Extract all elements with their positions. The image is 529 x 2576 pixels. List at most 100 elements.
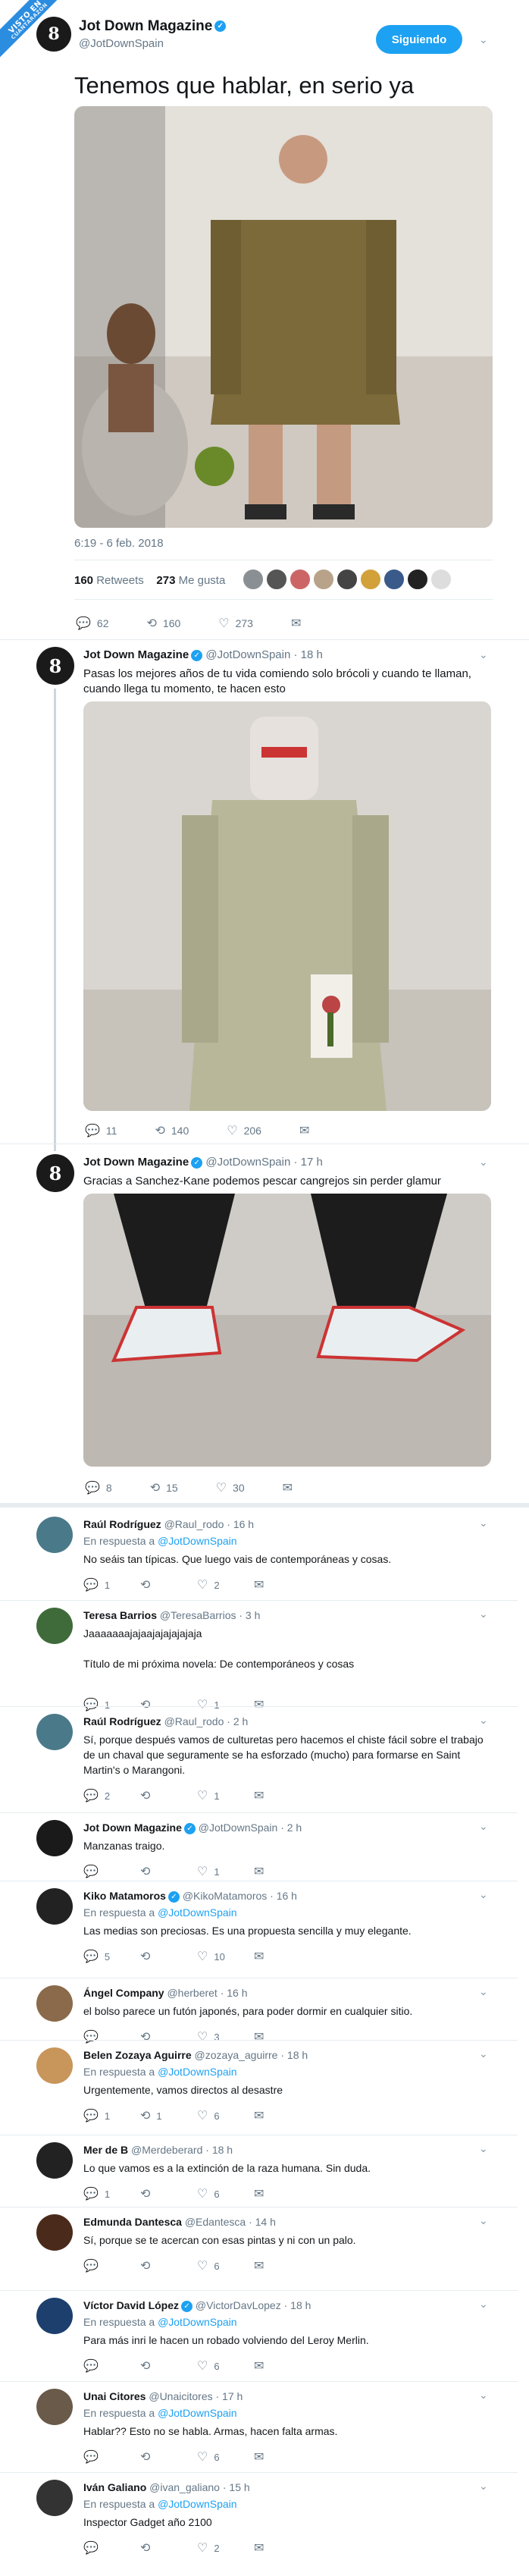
author-handle[interactable]: @ivan_galiano [149,2481,220,2493]
author-name[interactable]: Raúl Rodríguez [83,1715,161,1727]
avatar[interactable]: 8 [36,647,74,685]
retweets-stat[interactable]: 160 Retweets [74,574,144,587]
thread-tweet[interactable]: 8 Jot Down Magazine ✓ @JotDownSpain · 17 … [0,1154,529,1495]
author-name[interactable]: Iván Galiano [83,2481,146,2493]
author-name[interactable]: Jot Down Magazine [83,1821,182,1834]
dm-button[interactable]: ✉ [254,2358,311,2374]
avatar[interactable] [36,1985,73,2022]
retweet-button[interactable]: ⟲ [140,1577,197,1592]
reply-tweet[interactable]: Raúl Rodríguez @Raul_rodo · 2 h ⌄ Sí, porq… [0,1706,518,1820]
reply-button[interactable]: 💬 62 [76,616,109,631]
reply-button[interactable]: 💬 [83,1864,140,1879]
dm-button[interactable]: ✉ [291,616,307,631]
dm-button[interactable]: ✉ [254,1949,311,1964]
following-button[interactable]: Siguiendo [376,25,462,54]
dm-button[interactable]: ✉ [254,1577,311,1592]
tweet-time[interactable]: · 18 h [205,2144,233,2156]
like-button[interactable]: ♡ 30 [216,1480,245,1495]
retweet-button[interactable]: ⟲ [140,2540,197,2556]
reply-button[interactable]: 💬 2 [83,1788,140,1803]
retweet-button[interactable]: ⟲ [140,2186,197,2201]
author-handle[interactable]: @JotDownSpain [199,1821,278,1834]
author-handle[interactable]: @JotDownSpain [205,1156,290,1169]
reply-to-link[interactable]: @JotDownSpain [158,1535,237,1547]
reply-button[interactable]: 💬 11 [85,1123,117,1138]
chevron-down-icon[interactable]: ⌄ [479,2389,488,2402]
dm-button[interactable]: ✉ [254,2186,311,2201]
author-handle[interactable]: @Merdeberard [131,2144,202,2156]
tweet-photo[interactable] [83,1194,491,1467]
tweet-time[interactable]: · 15 h [223,2481,250,2493]
author-handle[interactable]: @JotDownSpain [79,37,226,50]
dm-button[interactable]: ✉ [254,2449,311,2465]
like-button[interactable]: ♡ 2 [197,2540,254,2556]
reply-to-link[interactable]: @JotDownSpain [158,2066,237,2078]
reply-button[interactable]: 💬 [83,2029,140,2044]
avatar[interactable] [430,569,452,590]
like-button[interactable]: ♡ 273 [218,616,253,631]
reply-button[interactable]: 💬 [83,2449,140,2465]
like-button[interactable]: ♡ 6 [197,2358,254,2374]
author-handle[interactable]: @Unaicitores [149,2390,212,2402]
dm-button[interactable]: ✉ [254,1697,311,1712]
author-name[interactable]: Raúl Rodríguez [83,1518,161,1530]
reply-button[interactable]: 💬 [83,2258,140,2273]
author-handle[interactable]: @zozaya_aguirre [195,2049,278,2061]
like-button[interactable]: ♡ 6 [197,2258,254,2273]
retweet-button[interactable]: ⟲ [140,1788,197,1803]
avatar[interactable]: 8 [36,17,71,52]
author-name[interactable]: Edmunda Dantesca [83,2216,182,2228]
chevron-down-icon[interactable]: ⌄ [479,648,488,661]
chevron-down-icon[interactable]: ⌄ [479,1985,488,1998]
author-handle[interactable]: @TeresaBarrios [160,1609,236,1621]
reply-tweet[interactable]: Iván Galiano @ivan_galiano · 15 h ⌄ En res… [0,2472,518,2571]
chevron-down-icon[interactable]: ⌄ [479,1608,488,1621]
like-button[interactable]: ♡ 6 [197,2449,254,2465]
tweet-time[interactable]: · 18 h [293,648,322,661]
thread-tweet[interactable]: 8 Jot Down Magazine ✓ @JotDownSpain · 18 … [0,647,529,1147]
avatar[interactable]: 8 [36,1154,74,1192]
like-button[interactable]: ♡ 1 [197,1788,254,1803]
tweet-time[interactable]: · 14 h [249,2216,276,2228]
reply-to-link[interactable]: @JotDownSpain [158,2407,237,2419]
reply-button[interactable]: 💬 1 [83,2186,140,2201]
tweet-photo[interactable] [83,701,491,1111]
dm-button[interactable]: ✉ [254,1788,311,1803]
author-handle[interactable]: @herberet [167,1987,217,1999]
avatar[interactable] [36,2047,73,2084]
author-handle[interactable]: @Edantesca [185,2216,246,2228]
tweet-time[interactable]: · 18 h [280,2049,308,2061]
tweet-photo[interactable] [74,106,493,528]
avatar[interactable] [36,1820,73,1856]
reply-tweet[interactable]: Kiko Matamoros ✓ @KikoMatamoros · 16 h ⌄ En… [0,1881,518,1985]
avatar[interactable] [36,1888,73,1925]
chevron-down-icon[interactable]: ⌄ [479,1517,488,1530]
reply-tweet[interactable]: Mer de B @Merdeberard · 18 h ⌄ Lo que vamo… [0,2135,518,2214]
avatar[interactable] [36,1608,73,1644]
author-handle[interactable]: @Raul_rodo [164,1715,224,1727]
likes-stat[interactable]: 273 Me gusta [156,574,225,587]
dm-button[interactable]: ✉ [254,2258,311,2273]
reply-to-link[interactable]: @JotDownSpain [158,1906,237,1919]
reply-tweet[interactable]: Ángel Company @herberet · 16 h ⌄ el bolso … [0,1978,518,2047]
like-button[interactable]: ♡ 3 [197,2029,254,2044]
retweet-button[interactable]: ⟲ [140,2029,197,2044]
avatar[interactable] [36,1714,73,1750]
reply-button[interactable]: 💬 5 [83,1949,140,1964]
avatar[interactable] [336,569,358,590]
avatar[interactable] [36,2298,73,2334]
avatar[interactable] [266,569,287,590]
like-button[interactable]: ♡ 206 [227,1123,261,1138]
retweet-button[interactable]: ⟲ 160 [147,616,181,631]
avatar[interactable] [36,2142,73,2179]
reply-tweet[interactable]: Belen Zozaya Aguirre @zozaya_aguirre · 1… [0,2040,518,2142]
reply-tweet[interactable]: Unai Citores @Unaicitores · 17 h ⌄ En resp… [0,2381,518,2480]
author-handle[interactable]: @Raul_rodo [164,1518,224,1530]
tweet-time[interactable]: · 2 h [280,1821,302,1834]
retweet-button[interactable]: ⟲ [140,2358,197,2374]
reply-button[interactable]: 💬 1 [83,2108,140,2123]
tweet-time[interactable]: · 16 h [221,1987,248,1999]
dm-button[interactable]: ✉ [254,2108,311,2123]
author-display-name[interactable]: Jot Down Magazine ✓ [79,18,227,35]
chevron-down-icon[interactable]: ⌄ [479,2047,488,2060]
